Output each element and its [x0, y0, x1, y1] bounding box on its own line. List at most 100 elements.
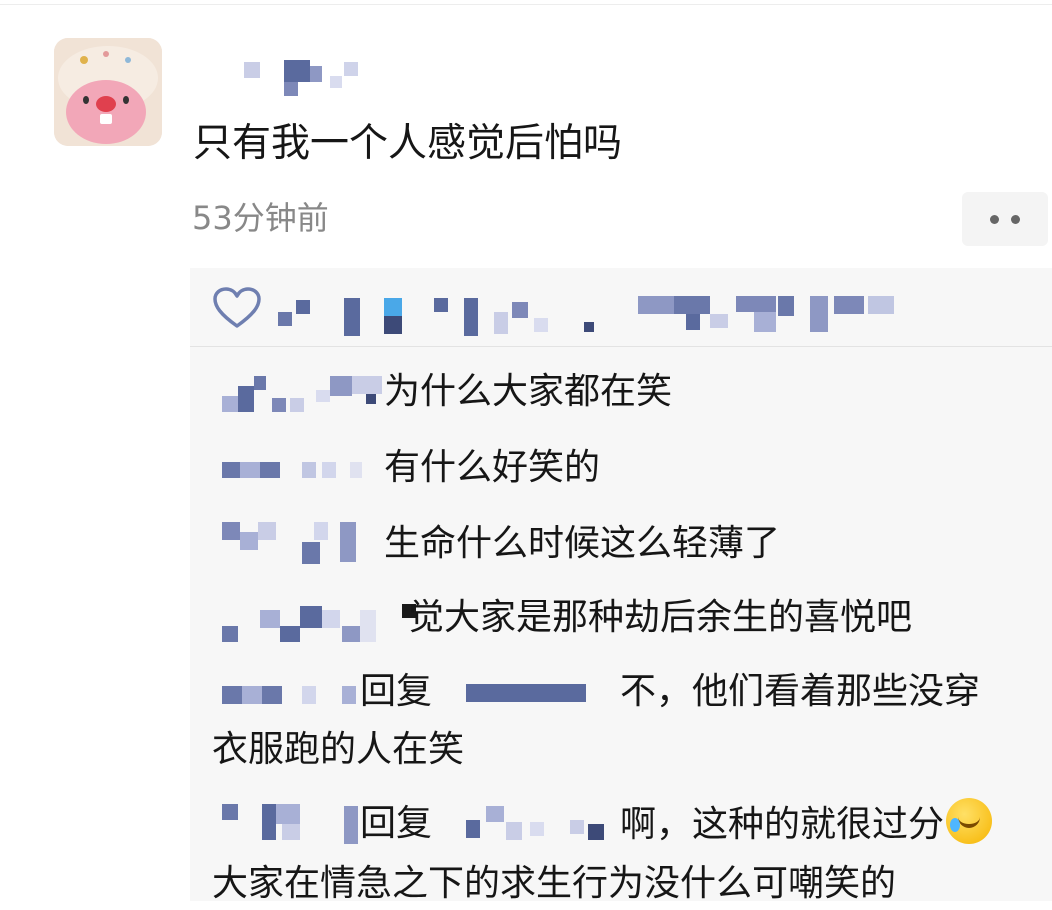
liker-names-redacted-mark [834, 296, 864, 314]
commenter-name-redacted-mark [322, 610, 340, 628]
liker-names-redacted-mark [810, 296, 828, 332]
commenter-name-redacted-mark [222, 396, 238, 412]
reply-label: 回复 [360, 671, 433, 712]
reply-target-redacted-mark [530, 822, 544, 836]
comment-text-continued: 衣服跑的人在笑 [212, 729, 465, 770]
commenter-name-redacted-mark [322, 462, 336, 478]
commenter-name-redacted-mark [276, 804, 300, 824]
commenter-name-redacted-mark [302, 686, 316, 704]
commenter-name-redacted-mark [222, 804, 238, 820]
liker-names-redacted-mark [494, 312, 508, 334]
commenter-name-redacted-mark [316, 390, 330, 402]
liker-names-redacted-mark [344, 298, 360, 336]
commenter-name-redacted-mark [282, 824, 300, 840]
liker-names-redacted-mark [512, 302, 528, 318]
comment-item[interactable]: 有什么好笑的 [190, 442, 1052, 494]
comment-text: 生命什么时候这么轻薄了 [384, 523, 781, 564]
liker-names-redacted-mark [686, 314, 700, 330]
comment-reply-item[interactable]: 回复 不，他们看着那些没穿 衣服跑的人在笑 [190, 666, 1052, 782]
commenter-name-redacted-mark [222, 686, 242, 704]
liker-names-redacted-mark [534, 318, 548, 332]
commenter-name-redacted-mark [290, 398, 304, 412]
commenter-name-redacted-mark [254, 376, 266, 390]
commenter-name-redacted-mark [314, 522, 328, 540]
heart-outline-icon[interactable] [212, 286, 262, 330]
comment-text: 不，他们看着那些没穿 [620, 671, 981, 712]
commenter-name-redacted-mark [342, 686, 356, 704]
comment-text-body: 啊，这种的就很过分 [620, 804, 945, 845]
more-dots-icon [990, 214, 999, 224]
comment-text: 觉大家是那种劫后余生的喜悦吧 [408, 597, 913, 638]
commenter-name-redacted-mark [260, 462, 280, 478]
liker-names-redacted-mark [710, 314, 728, 328]
liker-names-redacted-mark [638, 296, 674, 314]
more-dots-icon [1011, 214, 1020, 224]
reply-target-redacted-mark[interactable] [466, 820, 480, 838]
comment-text: 有什么好笑的 [384, 447, 601, 488]
commenter-name-redacted-mark [222, 626, 238, 642]
reply-target-redacted-mark [570, 820, 584, 834]
reply-target-redacted-mark [486, 806, 504, 822]
commenter-name-redacted-mark [330, 376, 352, 396]
commenter-name-redacted-mark [350, 462, 362, 478]
liker-names-redacted-mark [736, 296, 776, 312]
liker-names-redacted-mark [584, 322, 594, 332]
author-name-redacted-mark [244, 62, 260, 78]
likes-row [190, 268, 1052, 346]
top-divider [0, 4, 1052, 5]
author-name-redacted-mark [284, 60, 310, 82]
liker-names-redacted-mark [384, 298, 402, 316]
comment-section: 为什么大家都在笑 有什么好笑的 生命什么时候这么轻薄了 觉大家是那种劫后余生的喜… [190, 268, 1052, 904]
commenter-name-redacted-mark [272, 398, 286, 412]
liker-names-redacted-mark [278, 312, 292, 326]
commenter-name-redacted-mark [366, 394, 376, 404]
commenter-name-redacted-mark [302, 462, 316, 478]
author-name-redacted-mark [310, 66, 322, 82]
commenter-name-redacted-mark [242, 686, 262, 704]
reply-target-redacted[interactable] [466, 684, 586, 702]
commenter-name-redacted-mark [342, 626, 360, 642]
liker-names-redacted [278, 294, 978, 350]
author-name-redacted[interactable] [198, 52, 398, 104]
comment-text: 为什么大家都在笑 [384, 371, 673, 412]
liker-names-redacted-mark [674, 296, 710, 314]
commenter-name-redacted-mark [360, 610, 376, 642]
comment-text: 啊，这种的就很过分 [620, 798, 993, 851]
commenter-name-redacted-mark [222, 522, 240, 540]
commenter-name-redacted-mark [280, 626, 300, 642]
author-name-redacted-mark [344, 62, 358, 76]
commenter-name-redacted-mark [240, 462, 260, 478]
commenter-name-redacted-mark [262, 686, 282, 704]
commenter-name-redacted-mark [222, 462, 240, 478]
author-name-redacted-mark [330, 76, 342, 88]
liker-names-redacted-mark [868, 296, 894, 314]
commenter-name-redacted-mark [258, 522, 276, 540]
liker-names-redacted-mark [296, 300, 310, 314]
comment-item[interactable]: 觉大家是那种劫后余生的喜悦吧 [190, 588, 1052, 644]
comment-item[interactable]: 为什么大家都在笑 [190, 366, 1052, 418]
commenter-name-redacted-mark [238, 386, 254, 412]
reply-target-redacted-mark [506, 822, 522, 840]
post-text: 只有我一个人感觉后怕吗 [193, 121, 623, 166]
commenter-name-redacted-mark [260, 610, 280, 628]
commenter-name-redacted-mark [240, 532, 258, 550]
commenter-name-redacted-mark [344, 806, 358, 844]
avatar-image [54, 38, 162, 146]
avatar[interactable] [54, 38, 162, 146]
face-with-tears-of-joy-icon [946, 798, 993, 844]
liker-names-redacted-mark [754, 312, 776, 332]
comment-reply-item[interactable]: 回复 啊，这种的就很过分 大家在情急之下的求生行为没什么可嘲笑的 [190, 798, 1052, 904]
more-options-button[interactable] [962, 192, 1048, 246]
commenter-name-redacted-mark [262, 804, 276, 840]
reply-label: 回复 [360, 803, 433, 844]
author-name-redacted-mark [284, 82, 298, 96]
liker-names-redacted-mark [384, 316, 402, 334]
liker-names-redacted-mark [464, 298, 478, 336]
liker-names-redacted-mark [778, 296, 794, 316]
likes-divider [190, 346, 1052, 347]
commenter-name-redacted-mark [340, 522, 356, 562]
comment-text-continued: 大家在情急之下的求生行为没什么可嘲笑的 [212, 863, 897, 904]
comment-item[interactable]: 生命什么时候这么轻薄了 [190, 518, 1052, 570]
commenter-name-redacted-mark [300, 606, 322, 628]
commenter-name-redacted-mark [302, 542, 320, 564]
